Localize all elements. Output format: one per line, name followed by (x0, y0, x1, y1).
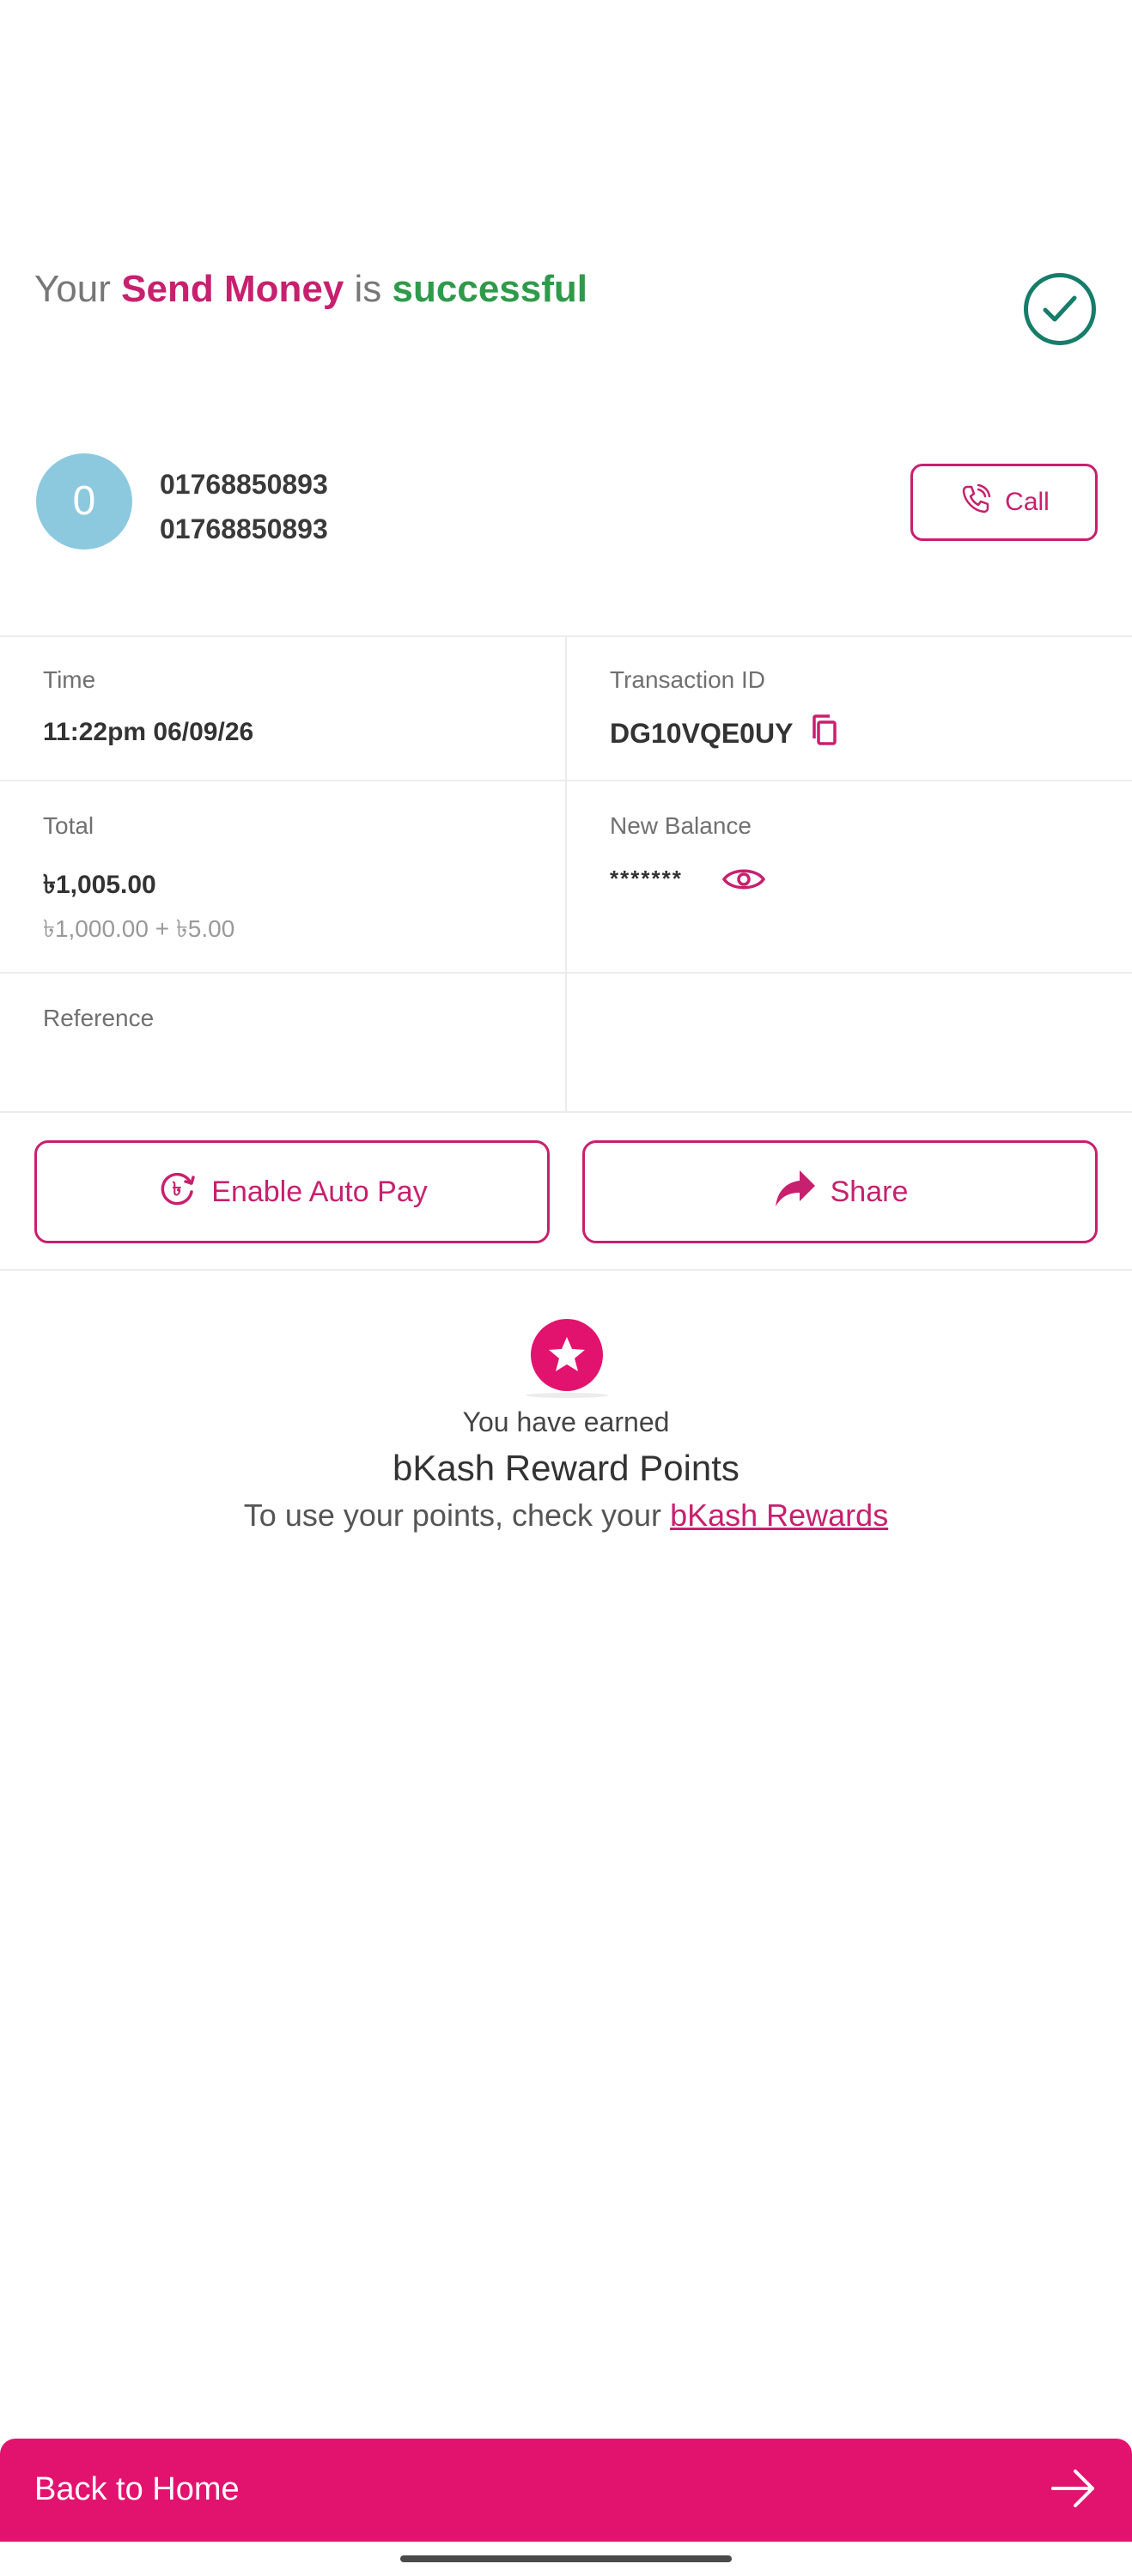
arrow-right-icon (1050, 2464, 1098, 2517)
phone-icon (959, 482, 993, 523)
call-button[interactable]: Call (910, 464, 1098, 541)
reward-check-text: To use your points, check your bKash Rew… (0, 1498, 1132, 1534)
home-indicator[interactable] (400, 2555, 732, 2562)
check-circle-icon (1024, 273, 1096, 345)
divider (0, 1269, 1132, 1271)
back-to-home-label: Back to Home (34, 2471, 240, 2507)
total-label: Total (43, 812, 94, 839)
divider (0, 1111, 1132, 1113)
page-title: Your Send Money is successful (34, 268, 587, 311)
share-label: Share (830, 1175, 909, 1208)
headline-status: successful (392, 268, 588, 310)
headline-middle: is (354, 268, 382, 310)
reward-check-label: To use your points, check your (243, 1498, 662, 1533)
bkash-rewards-link[interactable]: bKash Rewards (670, 1498, 888, 1533)
taka-refresh-icon: ৳ (156, 1168, 198, 1217)
reward-earned-text: You have earned (462, 1406, 670, 1437)
new-balance-value: ******* (610, 866, 683, 891)
share-arrow-icon (772, 1169, 817, 1216)
total-breakdown: ৳1,000.00 + ৳5.00 (43, 915, 235, 942)
enable-auto-pay-button[interactable]: ৳ Enable Auto Pay (34, 1140, 550, 1243)
transaction-id-label: Transaction ID (610, 666, 766, 693)
star-icon (531, 1319, 603, 1391)
recipient-name: 01768850893 (160, 469, 328, 500)
time-value: 11:22pm 06/09/26 (43, 718, 254, 746)
headline-action: Send Money (121, 268, 344, 310)
transaction-id-value: DG10VQE0UY (610, 718, 794, 749)
share-button[interactable]: Share (582, 1140, 1098, 1243)
reference-label: Reference (43, 1005, 155, 1031)
headline-prefix: Your (34, 268, 111, 310)
status-bar (0, 0, 1132, 103)
call-label: Call (1005, 488, 1050, 516)
enable-auto-pay-label: Enable Auto Pay (211, 1175, 428, 1208)
time-label: Time (43, 666, 96, 693)
column-divider (565, 635, 567, 1111)
total-value: ৳1,005.00 (43, 871, 156, 899)
back-to-home-button[interactable]: Back to Home (0, 2439, 1132, 2542)
copy-icon[interactable] (809, 714, 840, 753)
svg-text:৳: ৳ (173, 1179, 182, 1200)
star-shadow (526, 1393, 608, 1398)
new-balance-label: New Balance (610, 812, 752, 839)
reward-title: bKash Reward Points (393, 1448, 739, 1488)
eye-icon[interactable] (721, 864, 766, 899)
recipient-number: 01768850893 (160, 513, 328, 544)
avatar: 0 (36, 453, 132, 550)
